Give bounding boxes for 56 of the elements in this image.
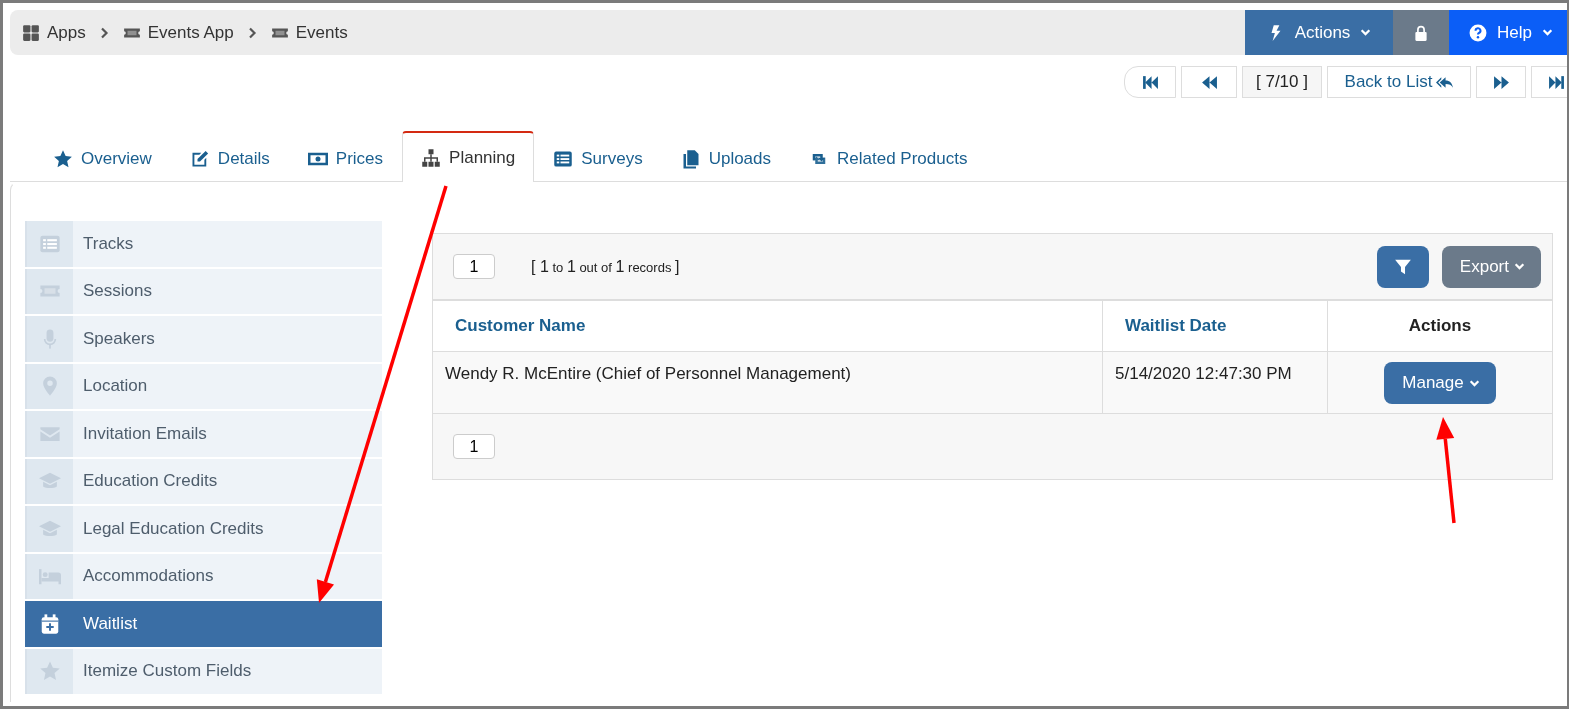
chevron-down-icon	[1541, 27, 1553, 38]
sidebar-item[interactable]: Invitation Emails	[25, 411, 382, 457]
tab[interactable]: Uploads	[661, 134, 791, 182]
page-button[interactable]: 1	[453, 434, 495, 459]
tab[interactable]: Details	[170, 134, 289, 182]
filter-icon	[1393, 257, 1412, 276]
page-button[interactable]: 1	[453, 254, 495, 279]
column-header: Actions	[1327, 300, 1552, 352]
breadcrumb-link[interactable]: Apps	[47, 22, 86, 43]
rewind-icon	[1200, 73, 1218, 91]
chevron-down-icon	[1360, 27, 1372, 38]
tab[interactable]: Planning	[402, 131, 535, 182]
chevron-right-icon	[247, 26, 257, 39]
star-icon	[53, 148, 73, 169]
breadcrumb-link[interactable]: Events App	[147, 22, 234, 43]
back-to-list-button[interactable]: Back to List	[1327, 66, 1471, 98]
lock-icon	[1412, 23, 1430, 42]
sidebar-item[interactable]: Accommodations	[25, 553, 382, 599]
sidebar-item[interactable]: Speakers	[25, 316, 382, 362]
sidebar-item[interactable]: Location	[25, 363, 382, 409]
grid-icon	[22, 23, 40, 42]
tab[interactable]: Overview	[34, 134, 171, 182]
breadcrumb-link[interactable]: Events	[295, 22, 348, 43]
lock-button[interactable]	[1393, 10, 1449, 55]
previous-record-button[interactable]	[1181, 66, 1237, 98]
column-header[interactable]: Waitlist Date	[1102, 300, 1328, 352]
table-cell: Wendy R. McEntire (Chief of Personnel Management)	[433, 351, 1103, 414]
help-button[interactable]: Help	[1449, 10, 1567, 55]
record-position: [ 7/10 ]	[1242, 66, 1322, 98]
table-cell: 5/14/2020 12:47:30 PM	[1102, 351, 1328, 414]
chevron-down-icon	[1514, 261, 1525, 272]
tab[interactable]: Prices	[288, 134, 403, 182]
sidebar-item[interactable]: Education Credits	[25, 458, 382, 504]
actions-button[interactable]: Actions	[1245, 10, 1393, 55]
tab[interactable]: Surveys	[534, 134, 662, 182]
calendar-plus-icon	[39, 612, 61, 635]
sidebar-item[interactable]: Sessions	[25, 268, 382, 314]
first-record-button[interactable]	[1124, 66, 1176, 98]
records-summary: [ 1 to 1 out of 1 records ]	[531, 257, 680, 276]
help-icon	[1469, 23, 1487, 42]
tab[interactable]: Related Products	[790, 134, 987, 182]
chevron-right-icon	[99, 26, 109, 39]
export-button[interactable]: Export	[1441, 245, 1541, 288]
star-icon	[39, 660, 61, 683]
sidebar-item[interactable]: Waitlist	[25, 601, 382, 647]
column-header[interactable]: Customer Name	[433, 300, 1103, 352]
last-record-button[interactable]	[1531, 66, 1567, 98]
filter-button[interactable]	[1376, 245, 1429, 288]
sidebar-item[interactable]: Legal Education Credits	[25, 506, 382, 552]
sitemap-icon	[421, 147, 442, 168]
sidebar-item[interactable]: Itemize Custom Fields	[25, 648, 382, 694]
manage-button[interactable]: Manage	[1384, 362, 1496, 404]
skip-to-end-icon	[1547, 73, 1565, 91]
skip-to-start-icon	[1141, 73, 1159, 91]
next-record-button[interactable]	[1476, 66, 1526, 98]
sidebar-item[interactable]: Tracks	[25, 221, 382, 267]
